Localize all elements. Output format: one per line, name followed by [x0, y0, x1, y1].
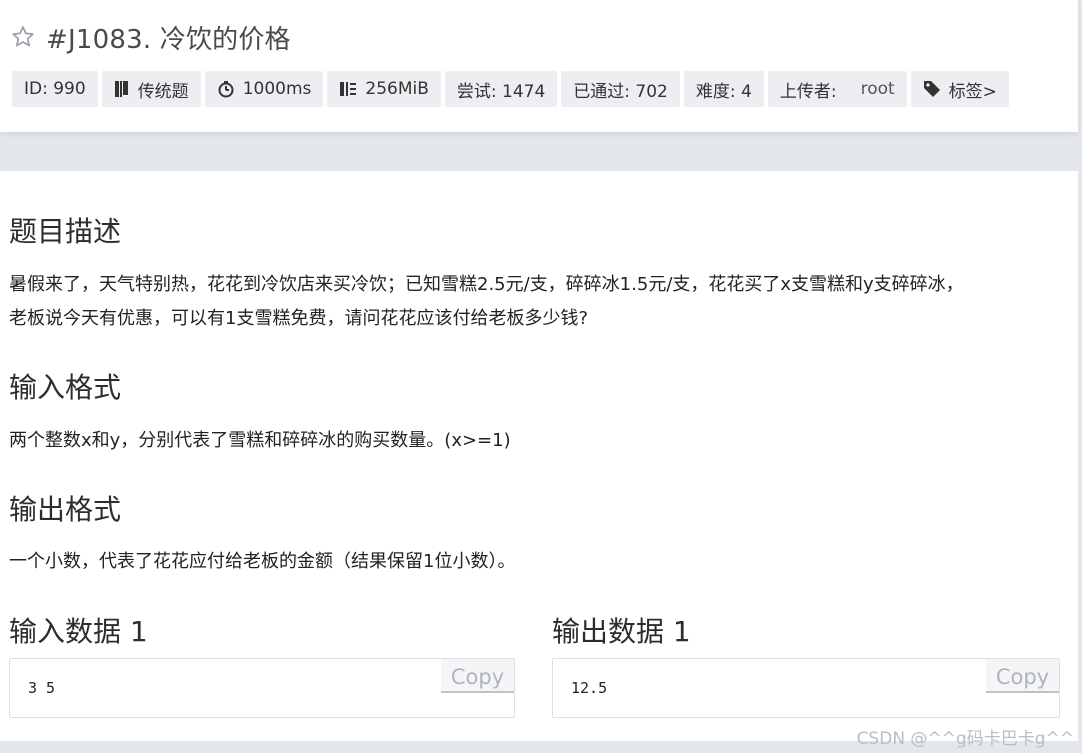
- copy-input-button[interactable]: Copy: [441, 659, 514, 693]
- sample-output-box[interactable]: 12.5 Copy: [552, 658, 1060, 718]
- output-format-text: 一个小数，代表了花花应付给老板的金额（结果保留1位小数）。: [9, 551, 516, 572]
- tag-id-label: ID: 990: [24, 79, 86, 99]
- problem-header-card: #J1083. 冷饮的价格 ID: 990 传统题 1000ms 256MiB …: [0, 0, 1078, 132]
- output-format-heading: 输出格式: [9, 493, 122, 526]
- sample-input-box[interactable]: 3 5 Copy: [9, 658, 515, 718]
- tag-attempts-label: 尝试: 1474: [456, 81, 546, 102]
- description-line-1: 暑假来了，天气特别热，花花到冷饮店来买冷饮；已知雪糕2.5元/支，碎碎冰1.5元…: [9, 274, 964, 295]
- tag-attempts[interactable]: 尝试: 1474: [444, 71, 558, 107]
- input-format-heading: 输入格式: [9, 371, 122, 404]
- stopwatch-icon: [217, 80, 235, 98]
- tag-labels[interactable]: 标签>: [910, 71, 1009, 107]
- book-icon: [114, 80, 130, 98]
- tag-uploader-label: 上传者:: [779, 81, 837, 102]
- title-row: #J1083. 冷饮的价格: [10, 20, 291, 55]
- description-line-2: 老板说今天有优惠，可以有1支雪糕免费，请问花花应该付给老板多少钱?: [9, 308, 589, 329]
- star-icon[interactable]: [10, 24, 36, 50]
- tag-type-label: 传统题: [137, 81, 189, 102]
- description-heading: 题目描述: [9, 215, 122, 248]
- sample-output-value[interactable]: 12.5: [571, 679, 607, 697]
- sample-input-heading: 输入数据 1: [9, 615, 148, 648]
- copy-output-button[interactable]: Copy: [986, 659, 1059, 693]
- tag-difficulty: 难度: 4: [683, 71, 764, 107]
- input-format-text: 两个整数x和y，分别代表了雪糕和碎碎冰的购买数量。(x>=1): [9, 430, 511, 451]
- tag-icon: [923, 80, 941, 98]
- tag-labels-label: 标签>: [948, 81, 997, 102]
- tag-uploader[interactable]: 上传者: root: [767, 71, 907, 107]
- tag-memory-limit: 256MiB: [327, 71, 441, 107]
- tag-type: 传统题: [101, 71, 201, 107]
- tag-time-limit: 1000ms: [204, 71, 324, 107]
- tag-difficulty-label: 难度: 4: [695, 81, 752, 102]
- tag-memory-label: 256MiB: [365, 79, 429, 99]
- tag-uploader-name[interactable]: root: [861, 79, 895, 99]
- problem-meta-tags: ID: 990 传统题 1000ms 256MiB 尝试: 1474 已通过: …: [12, 71, 1009, 107]
- sample-input-value[interactable]: 3 5: [28, 679, 55, 697]
- watermark: CSDN @^^g码卡巴卡g^^: [856, 729, 1074, 749]
- tag-id: ID: 990: [12, 71, 98, 107]
- tag-time-label: 1000ms: [242, 79, 312, 99]
- sample-output-heading: 输出数据 1: [552, 615, 691, 648]
- tag-passed[interactable]: 已通过: 702: [561, 71, 680, 107]
- page-title: #J1083. 冷饮的价格: [46, 24, 291, 55]
- memory-icon: [339, 80, 357, 98]
- tag-passed-label: 已通过: 702: [573, 81, 668, 102]
